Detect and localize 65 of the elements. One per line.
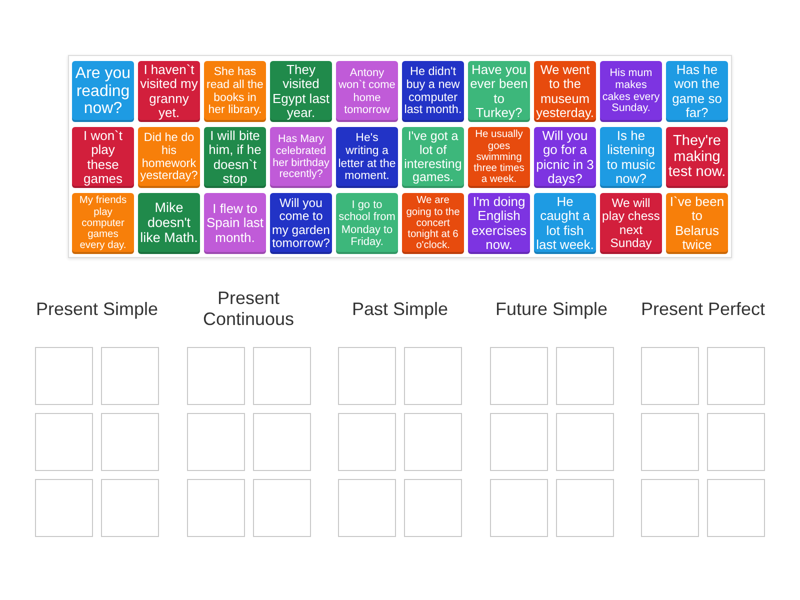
category-title: Future Simple bbox=[495, 298, 608, 320]
sentence-card[interactable]: Mike doesn't like Math. bbox=[138, 193, 200, 254]
drop-box[interactable] bbox=[556, 413, 614, 471]
drop-box[interactable] bbox=[641, 479, 699, 537]
drop-box[interactable] bbox=[707, 413, 765, 471]
drop-box[interactable] bbox=[252, 413, 310, 471]
sentence-card[interactable]: His mum makes cakes every Sunday. bbox=[600, 61, 662, 122]
drop-box[interactable] bbox=[101, 413, 159, 471]
sentence-card[interactable]: Antony won`t come home tomorrow bbox=[336, 61, 398, 122]
sentence-card[interactable]: They visited Egypt last year. bbox=[270, 61, 332, 122]
sentence-card[interactable]: Has Mary celebrated her birthday recently? bbox=[270, 127, 332, 188]
sentence-card[interactable]: My friends play computer games every day. bbox=[72, 193, 134, 254]
drop-box[interactable] bbox=[707, 347, 765, 405]
drop-box[interactable] bbox=[101, 479, 159, 537]
sentence-card[interactable]: Have you ever been to Turkey? bbox=[468, 61, 530, 122]
sentence-card[interactable]: I flew to Spain last month. bbox=[204, 193, 266, 254]
sentence-card[interactable]: He's writing a letter at the moment. bbox=[336, 127, 398, 188]
category-title: Past Simple bbox=[352, 298, 448, 320]
category-title: Present Perfect bbox=[640, 298, 766, 320]
sentence-card[interactable]: Will you come to my garden tomorrow? bbox=[270, 193, 332, 254]
drop-box[interactable] bbox=[404, 347, 462, 405]
sentence-card[interactable]: I`ve been to Belarus twice bbox=[666, 193, 728, 254]
sentence-card[interactable]: Is he listening to music now? bbox=[600, 127, 662, 188]
sentence-card[interactable]: I go to school from Monday to Friday. bbox=[336, 193, 398, 254]
sentence-card[interactable]: We are going to the concert tonight at 6 o'clock. bbox=[402, 193, 464, 254]
drop-box[interactable] bbox=[252, 479, 310, 537]
sentence-card[interactable]: He usually goes swimming three times a week. bbox=[468, 127, 530, 188]
sentence-card[interactable]: He didn't buy a new computer last month. bbox=[402, 61, 464, 122]
sentence-card[interactable]: Are you reading now? bbox=[72, 61, 134, 122]
sentence-card[interactable]: Did he do his homework yesterday? bbox=[138, 127, 200, 188]
drop-box[interactable] bbox=[186, 347, 244, 405]
drop-box[interactable] bbox=[35, 413, 93, 471]
sentence-card[interactable]: I will bite him, if he doesn`t stop bbox=[204, 127, 266, 188]
drop-box[interactable] bbox=[186, 413, 244, 471]
sentence-card[interactable]: She has read all the books in her library. bbox=[204, 61, 266, 122]
sentence-card[interactable]: He caught a lot fish last week. bbox=[534, 193, 596, 254]
sentence-card[interactable]: Will you go for a picnic in 3 days? bbox=[534, 127, 596, 188]
drop-box[interactable] bbox=[338, 413, 396, 471]
sentence-card[interactable]: They're making test now. bbox=[666, 127, 728, 188]
drop-box[interactable] bbox=[338, 479, 396, 537]
sentence-card[interactable]: Has he won the game so far? bbox=[666, 61, 728, 122]
drop-box[interactable] bbox=[490, 479, 548, 537]
drop-box[interactable] bbox=[101, 347, 159, 405]
drop-box[interactable] bbox=[404, 413, 462, 471]
sentence-card[interactable]: I haven`t visited my granny yet. bbox=[138, 61, 200, 122]
drop-box[interactable] bbox=[556, 479, 614, 537]
drop-box[interactable] bbox=[35, 479, 93, 537]
sentence-card[interactable]: I'm doing English exercises now. bbox=[468, 193, 530, 254]
drop-box[interactable] bbox=[252, 347, 310, 405]
drop-box[interactable] bbox=[641, 347, 699, 405]
drop-box[interactable] bbox=[338, 347, 396, 405]
drop-box[interactable] bbox=[641, 413, 699, 471]
sentence-card[interactable]: I've got a lot of interesting games. bbox=[402, 127, 464, 188]
drop-box[interactable] bbox=[490, 413, 548, 471]
drop-box[interactable] bbox=[186, 479, 244, 537]
category-title: Present Simple bbox=[36, 298, 158, 320]
drop-box[interactable] bbox=[490, 347, 548, 405]
drop-box[interactable] bbox=[707, 479, 765, 537]
category-title: Present Continuous bbox=[202, 288, 296, 330]
drop-box[interactable] bbox=[404, 479, 462, 537]
drop-box[interactable] bbox=[35, 347, 93, 405]
sentence-card[interactable]: We went to the museum yesterday. bbox=[534, 61, 596, 122]
drop-box[interactable] bbox=[556, 347, 614, 405]
sentence-card[interactable]: We will play chess next Sunday bbox=[600, 193, 662, 254]
sentence-card[interactable]: I won`t play these games bbox=[72, 127, 134, 188]
